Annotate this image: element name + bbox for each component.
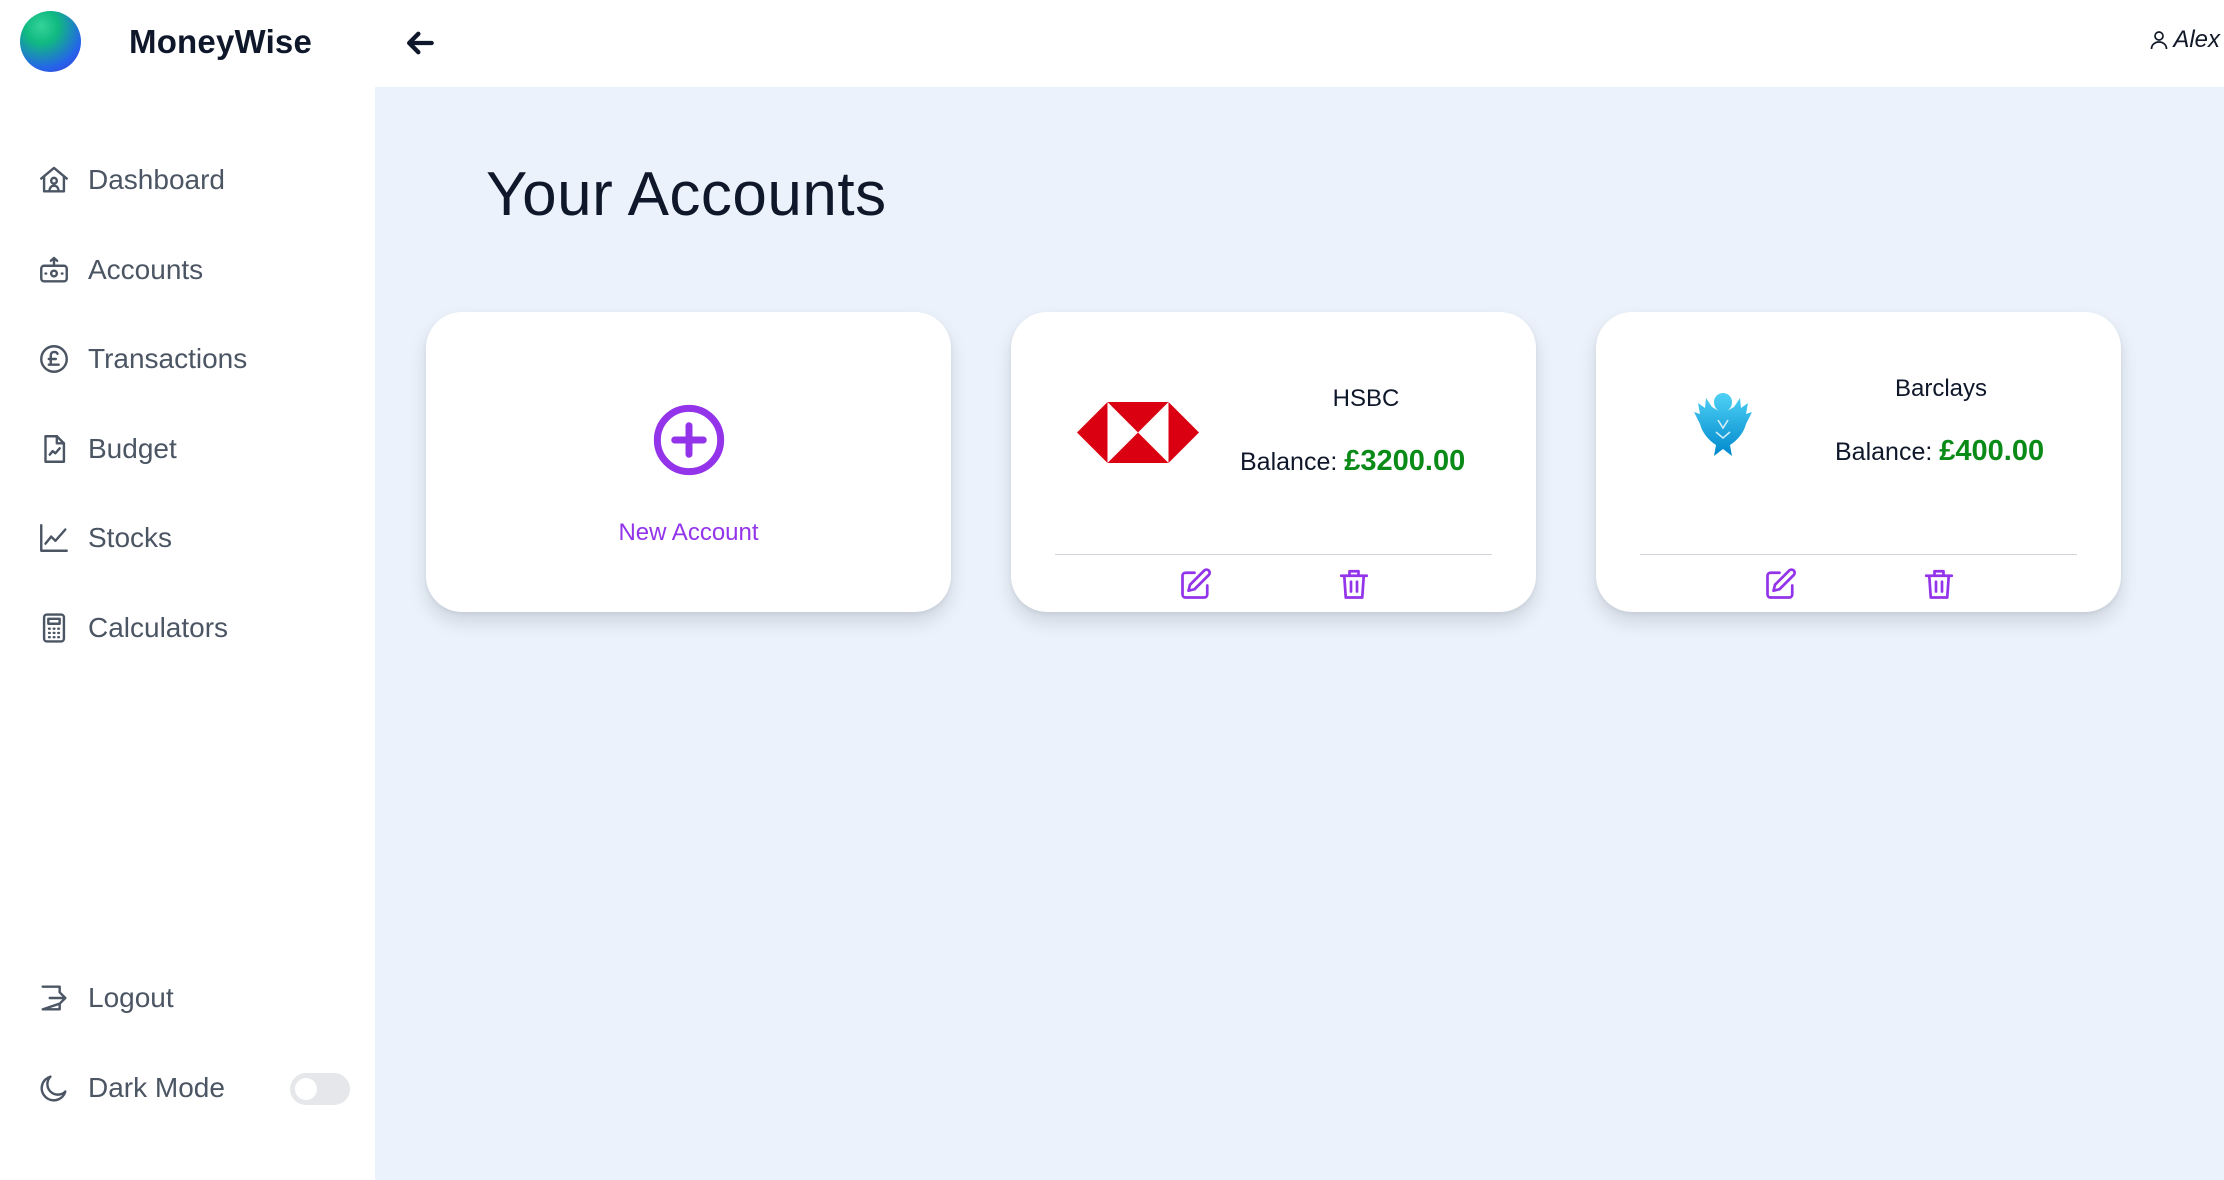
new-account-card[interactable]: New Account — [426, 312, 951, 612]
logout-icon — [36, 980, 72, 1016]
sidebar-item-label: Accounts — [88, 254, 204, 285]
sidebar-item-label: Transactions — [88, 343, 248, 374]
account-card-hsbc: HSBC Balance: £3200.00 — [1011, 312, 1536, 612]
pound-coin-icon — [36, 341, 72, 377]
sidebar-item-dashboard[interactable]: Dashboard — [36, 155, 225, 205]
main-content: Your Accounts New Account HSBC Balance: … — [375, 87, 2224, 1180]
document-chart-icon — [36, 431, 72, 467]
sidebar: MoneyWise Dashboard Accounts Transaction… — [0, 0, 375, 1180]
page-title: Your Accounts — [486, 160, 887, 229]
sidebar-item-transactions[interactable]: Transactions — [36, 334, 247, 384]
logout-button[interactable]: Logout — [36, 973, 174, 1023]
sidebar-item-budget[interactable]: Budget — [36, 424, 177, 474]
toggle-knob — [295, 1078, 317, 1100]
hsbc-logo — [1077, 402, 1199, 463]
user-icon — [2150, 31, 2168, 50]
sidebar-item-label: Dashboard — [88, 164, 225, 195]
sidebar-item-accounts[interactable]: Accounts — [36, 245, 203, 295]
balance-value: £3200.00 — [1344, 445, 1466, 477]
moon-icon — [36, 1070, 72, 1106]
edit-icon — [1766, 568, 1797, 599]
account-balance: Balance: £400.00 — [1835, 435, 2044, 468]
balance-label: Balance: — [1835, 438, 1933, 466]
account-name: Barclays — [1894, 375, 1988, 402]
home-icon — [36, 162, 72, 198]
user-name: Alex — [2173, 26, 2220, 53]
brand[interactable]: MoneyWise — [20, 11, 312, 72]
sidebar-item-label: Budget — [88, 433, 177, 464]
account-card-barclays: Barclays Balance: £400.00 — [1596, 312, 2121, 612]
sidebar-item-calculators[interactable]: Calculators — [36, 603, 228, 653]
edit-account-button[interactable] — [1178, 566, 1214, 602]
topbar: Alex — [375, 0, 2224, 87]
bank-account-icon — [36, 252, 72, 288]
app-name: MoneyWise — [129, 22, 313, 60]
edit-account-button[interactable] — [1763, 566, 1799, 602]
sidebar-item-label: Stocks — [88, 522, 173, 553]
trash-icon — [1924, 569, 1954, 599]
delete-account-button[interactable] — [1921, 566, 1957, 602]
account-name: HSBC — [1332, 385, 1400, 412]
line-chart-icon — [36, 520, 72, 556]
account-balance: Balance: £3200.00 — [1240, 445, 1465, 478]
balance-value: £400.00 — [1939, 435, 2045, 467]
trash-icon — [1339, 569, 1369, 599]
user-menu[interactable]: Alex — [2147, 26, 2220, 54]
sidebar-item-stocks[interactable]: Stocks — [36, 513, 172, 563]
dark-mode-label: Dark Mode — [88, 1072, 225, 1103]
card-divider — [1640, 554, 2077, 555]
sidebar-item-label: Calculators — [88, 612, 229, 643]
dark-mode-toggle[interactable] — [290, 1073, 350, 1105]
delete-account-button[interactable] — [1336, 566, 1372, 602]
new-account-label: New Account — [618, 519, 759, 546]
balance-label: Balance: — [1240, 448, 1338, 476]
moneywise-logo-icon — [20, 11, 81, 72]
calculator-icon — [36, 610, 72, 646]
app-root: MoneyWise Dashboard Accounts Transaction… — [0, 0, 2224, 1180]
logout-label: Logout — [88, 982, 174, 1013]
add-circle-icon — [651, 402, 727, 478]
barclays-eagle-logo — [1692, 390, 1754, 458]
arrow-left-icon — [407, 31, 434, 55]
card-divider — [1055, 554, 1492, 555]
back-button[interactable] — [400, 23, 440, 63]
edit-icon — [1181, 568, 1212, 599]
dark-mode-row: Dark Mode — [36, 1063, 225, 1113]
